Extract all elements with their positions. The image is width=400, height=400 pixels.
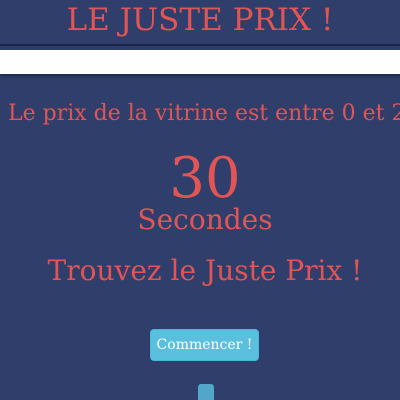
price-range-text: Le prix de la vitrine est entre 0 et 20. [8,101,400,126]
header-bar: LE JUSTE PRIX ! [0,0,400,46]
page-title: LE JUSTE PRIX ! [66,2,334,38]
timer-unit: Secondes [137,203,273,236]
game-page: LE JUSTE PRIX ! Le prix de la vitrine es… [0,0,400,400]
game-instruction: Trouvez le Juste Prix ! [47,254,363,287]
guess-input[interactable] [0,50,400,74]
start-button[interactable]: Commencer ! [150,329,259,361]
partial-button-below-fold[interactable] [198,384,214,400]
timer-value: 30 [169,146,241,211]
